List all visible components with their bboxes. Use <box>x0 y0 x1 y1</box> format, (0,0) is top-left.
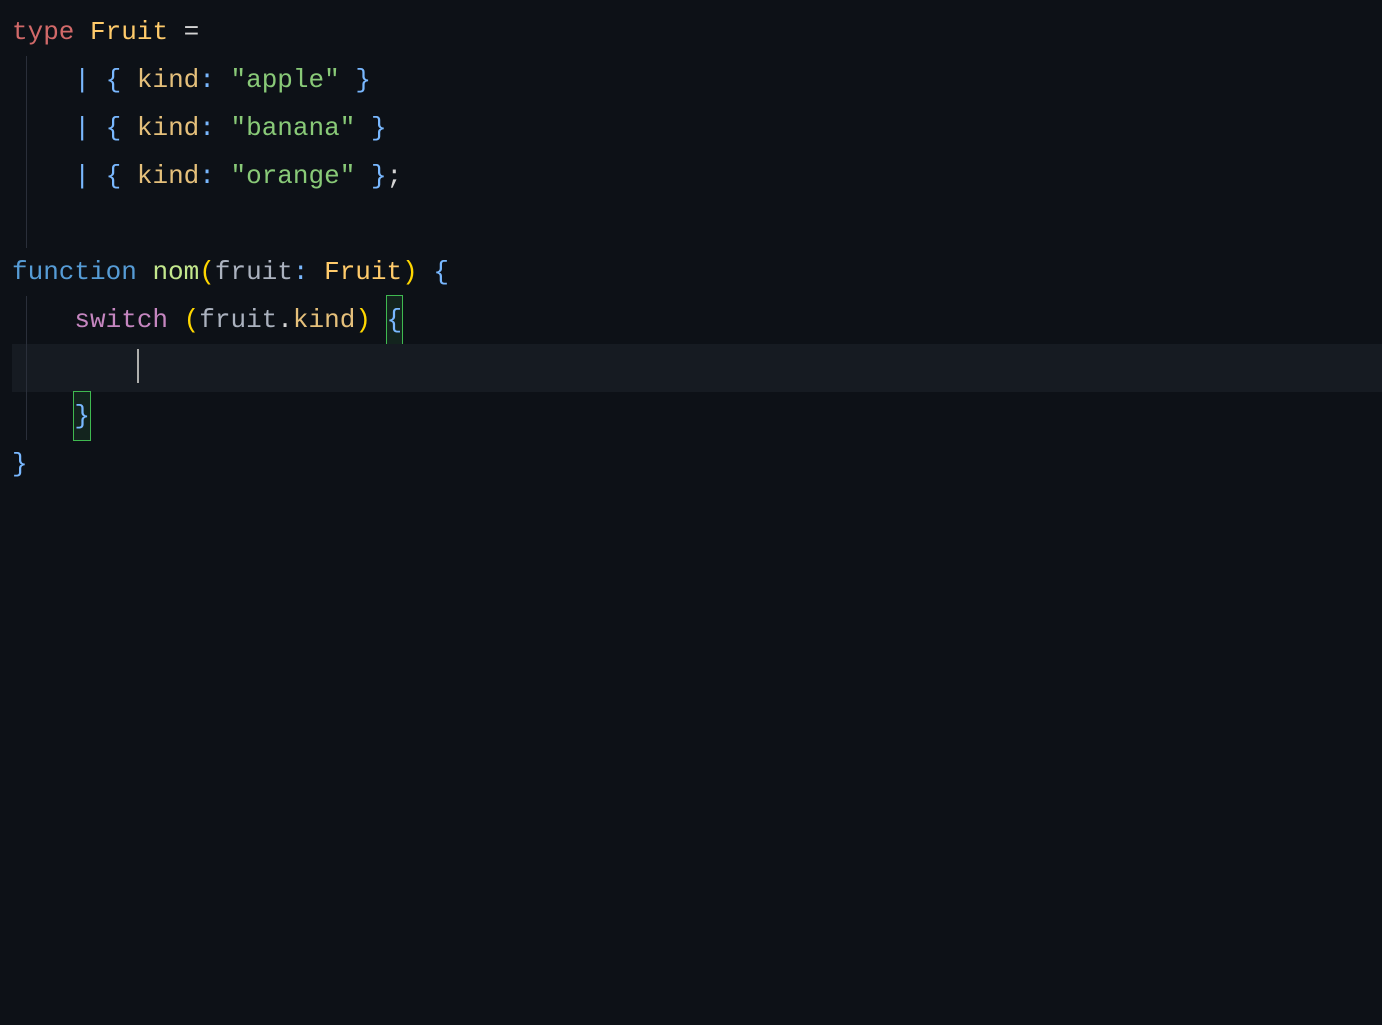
code-line[interactable]: function nom(fruit: Fruit) { <box>12 248 1382 296</box>
colon: : <box>199 161 215 191</box>
lbrace: { <box>106 161 122 191</box>
equals-operator: = <box>184 17 200 47</box>
code-line-blank[interactable] <box>12 200 1382 248</box>
code-line[interactable]: type Fruit = <box>12 8 1382 56</box>
code-line-current[interactable] <box>12 344 1382 392</box>
keyword-switch: switch <box>74 305 168 335</box>
rbrace: } <box>355 65 371 95</box>
lbrace: { <box>106 113 122 143</box>
union-pipe: | <box>74 65 90 95</box>
text-cursor <box>137 349 139 383</box>
semicolon: ; <box>387 161 403 191</box>
dot-operator: . <box>277 305 293 335</box>
indent-guide <box>26 200 27 248</box>
code-line[interactable]: switch (fruit.kind) { <box>12 296 1382 344</box>
parameter: fruit <box>215 257 293 287</box>
identifier: fruit <box>199 305 277 335</box>
property-kind: kind <box>137 113 199 143</box>
lparen: ( <box>184 305 200 335</box>
union-pipe: | <box>74 161 90 191</box>
indent-guide <box>26 344 27 392</box>
type-name: Fruit <box>90 17 168 47</box>
indent-guide <box>26 56 27 104</box>
code-line[interactable]: } <box>12 392 1382 440</box>
rparen: ) <box>355 305 371 335</box>
rbrace-matched: } <box>73 391 91 441</box>
rbrace: } <box>371 113 387 143</box>
union-pipe: | <box>74 113 90 143</box>
indent-guide <box>26 392 27 440</box>
code-editor[interactable]: type Fruit = | { kind: "apple" } | { kin… <box>0 0 1382 488</box>
keyword-function: function <box>12 257 137 287</box>
indent-guide <box>26 152 27 200</box>
indent-guide <box>26 104 27 152</box>
lbrace: { <box>433 257 449 287</box>
code-line[interactable]: | { kind: "orange" }; <box>12 152 1382 200</box>
code-line[interactable]: | { kind: "banana" } <box>12 104 1382 152</box>
keyword-type: type <box>12 17 74 47</box>
lparen: ( <box>199 257 215 287</box>
lbrace: { <box>106 65 122 95</box>
property-kind: kind <box>137 65 199 95</box>
string-literal: "orange" <box>231 161 356 191</box>
indent-guide <box>26 296 27 344</box>
code-line[interactable]: | { kind: "apple" } <box>12 56 1382 104</box>
property-access: kind <box>293 305 355 335</box>
string-literal: "banana" <box>231 113 356 143</box>
rparen: ) <box>402 257 418 287</box>
rbrace: } <box>371 161 387 191</box>
rbrace: } <box>12 449 28 479</box>
colon: : <box>293 257 309 287</box>
function-name: nom <box>152 257 199 287</box>
colon: : <box>199 65 215 95</box>
lbrace-matched: { <box>386 295 404 345</box>
colon: : <box>199 113 215 143</box>
string-literal: "apple" <box>231 65 340 95</box>
property-kind: kind <box>137 161 199 191</box>
type-annotation: Fruit <box>324 257 402 287</box>
code-line[interactable]: } <box>12 440 1382 488</box>
